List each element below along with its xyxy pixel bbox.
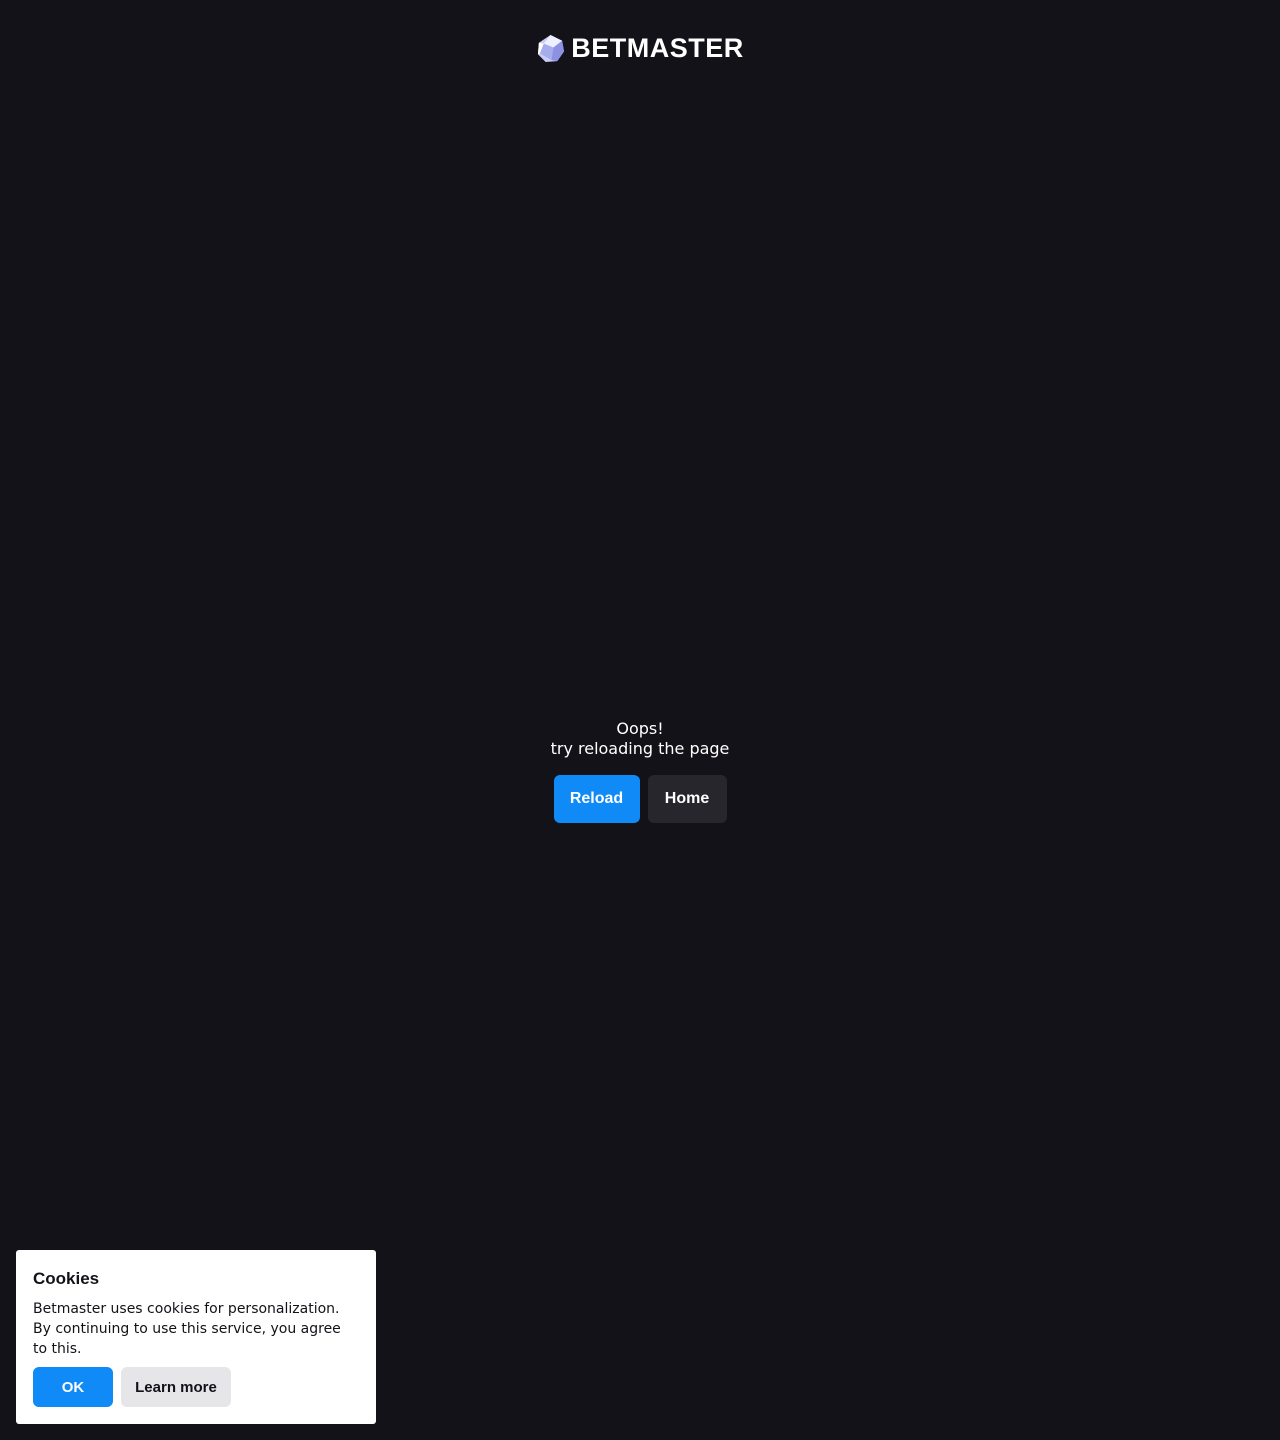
error-description: try reloading the page (550, 739, 730, 758)
home-button[interactable]: Home (647, 775, 727, 823)
betmaster-logo-link[interactable]: BETMASTER (536, 34, 744, 63)
cookie-banner: Cookies Betmaster uses cookies for perso… (16, 1250, 376, 1424)
logo-wordmark: BETMASTER (571, 33, 744, 63)
site-header: BETMASTER (0, 34, 1280, 63)
error-title: Oops! (616, 719, 664, 738)
reload-button[interactable]: Reload (553, 775, 640, 823)
cookie-ok-button[interactable]: OK (33, 1367, 113, 1407)
error-panel: Oops! try reloading the page Reload Home (0, 719, 1280, 823)
error-message-block: Oops! try reloading the page (551, 719, 730, 759)
betmaster-logo-icon (538, 34, 565, 63)
cookie-learn-more-button[interactable]: Learn more (121, 1367, 231, 1407)
error-actions: Reload Home (553, 775, 727, 823)
cookie-banner-actions: OK Learn more (33, 1367, 359, 1407)
cookie-banner-title: Cookies (33, 1269, 100, 1288)
cookie-banner-text: Betmaster uses cookies for personalizati… (33, 1301, 341, 1357)
